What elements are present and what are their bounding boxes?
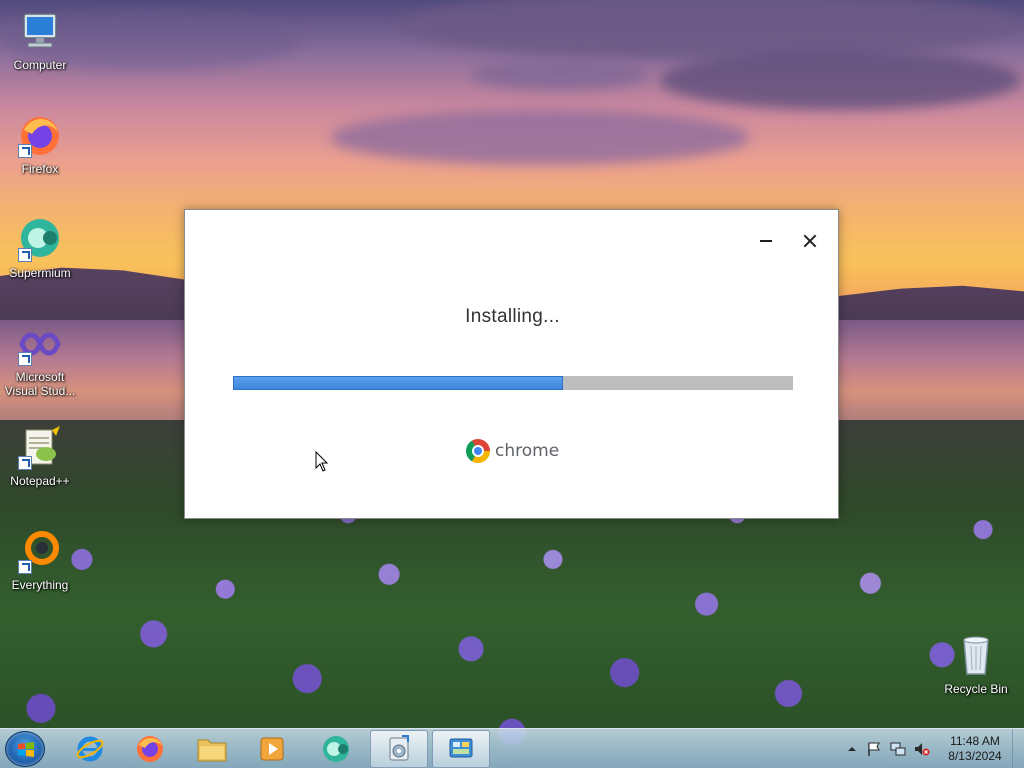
taskbar-item-media-player[interactable] [243, 730, 301, 768]
media-player-icon [260, 737, 284, 761]
install-progress-fill [233, 376, 564, 390]
firefox-icon [137, 736, 163, 762]
install-status-text: Installing... [465, 306, 560, 327]
recycle-bin-icon [952, 632, 1000, 680]
clock-time: 11:48 AM [950, 734, 1000, 748]
desktop-icon-label: Notepad++ [10, 474, 70, 488]
chrome-brand-text: chrome [495, 441, 560, 461]
shortcut-arrow-icon [18, 560, 32, 574]
taskbar-item-file-explorer[interactable] [183, 730, 241, 768]
clock-date: 8/13/2024 [948, 749, 1002, 763]
shortcut-arrow-icon [18, 456, 32, 470]
chrome-installer-dialog: Installing... chrome [184, 209, 839, 519]
everything-icon [16, 528, 64, 576]
action-center-flag-icon[interactable] [866, 741, 882, 757]
shortcut-arrow-icon [18, 144, 32, 158]
taskbar-item-supermium[interactable] [307, 730, 365, 768]
show-desktop-button[interactable] [1012, 729, 1024, 768]
desktop-icon-notepadpp[interactable]: Notepad++ [0, 424, 80, 488]
desktop-icon-label: Firefox [21, 162, 59, 176]
desktop-icon-recycle-bin[interactable]: Recycle Bin [936, 632, 1016, 696]
windows-logo-icon [18, 742, 34, 757]
control-panel-icon [449, 738, 473, 758]
visual-studio-icon [16, 320, 64, 368]
taskbar-item-control-panel[interactable] [432, 730, 490, 768]
close-button[interactable] [797, 228, 823, 254]
mouse-pointer-icon [315, 450, 329, 473]
shortcut-arrow-icon [18, 352, 32, 366]
start-button[interactable] [5, 731, 45, 767]
desktop-icon-visual-studio[interactable]: Microsoft Visual Stud... [0, 320, 80, 398]
chrome-logo-icon [466, 439, 490, 463]
installer-icon [389, 735, 409, 761]
wallpaper-cloud [470, 60, 650, 90]
computer-icon [16, 8, 64, 56]
shortcut-arrow-icon [18, 248, 32, 262]
desktop-icon-label: Recycle Bin [944, 682, 1008, 696]
volume-muted-icon[interactable] [914, 741, 930, 757]
desktop-icon-firefox[interactable]: Firefox [0, 112, 80, 176]
taskbar-item-firefox[interactable] [121, 730, 179, 768]
taskbar-item-internet-explorer[interactable] [61, 730, 119, 768]
supermium-icon [323, 736, 349, 762]
desktop-icon-label: Computer [13, 58, 67, 72]
chrome-brand: chrome [466, 439, 559, 463]
supermium-icon [16, 216, 64, 264]
wallpaper-cloud [330, 110, 750, 165]
notepadpp-icon [16, 424, 64, 472]
taskbar-item-chrome-installer[interactable] [370, 730, 428, 768]
wallpaper-cloud [660, 50, 1020, 110]
desktop-icon-label: Supermium [9, 266, 71, 280]
desktop-icon-label: Microsoft Visual Stud... [4, 370, 76, 398]
desktop-icon-label: Everything [11, 578, 69, 592]
folder-icon [197, 739, 227, 762]
firefox-icon [16, 112, 64, 160]
desktop-icon-everything[interactable]: Everything [0, 528, 80, 592]
network-icon[interactable] [890, 741, 906, 757]
taskbar-clock[interactable]: 11:48 AM 8/13/2024 [940, 734, 1010, 764]
taskbar: 11:48 AM 8/13/2024 [0, 728, 1024, 768]
show-hidden-icons-chevron-icon[interactable] [844, 741, 860, 757]
desktop-icon-computer[interactable]: Computer [0, 8, 80, 72]
minimize-button[interactable] [753, 228, 779, 254]
ie-icon [76, 736, 104, 762]
install-progress-bar [233, 376, 793, 390]
desktop-icon-supermium[interactable]: Supermium [0, 216, 80, 280]
